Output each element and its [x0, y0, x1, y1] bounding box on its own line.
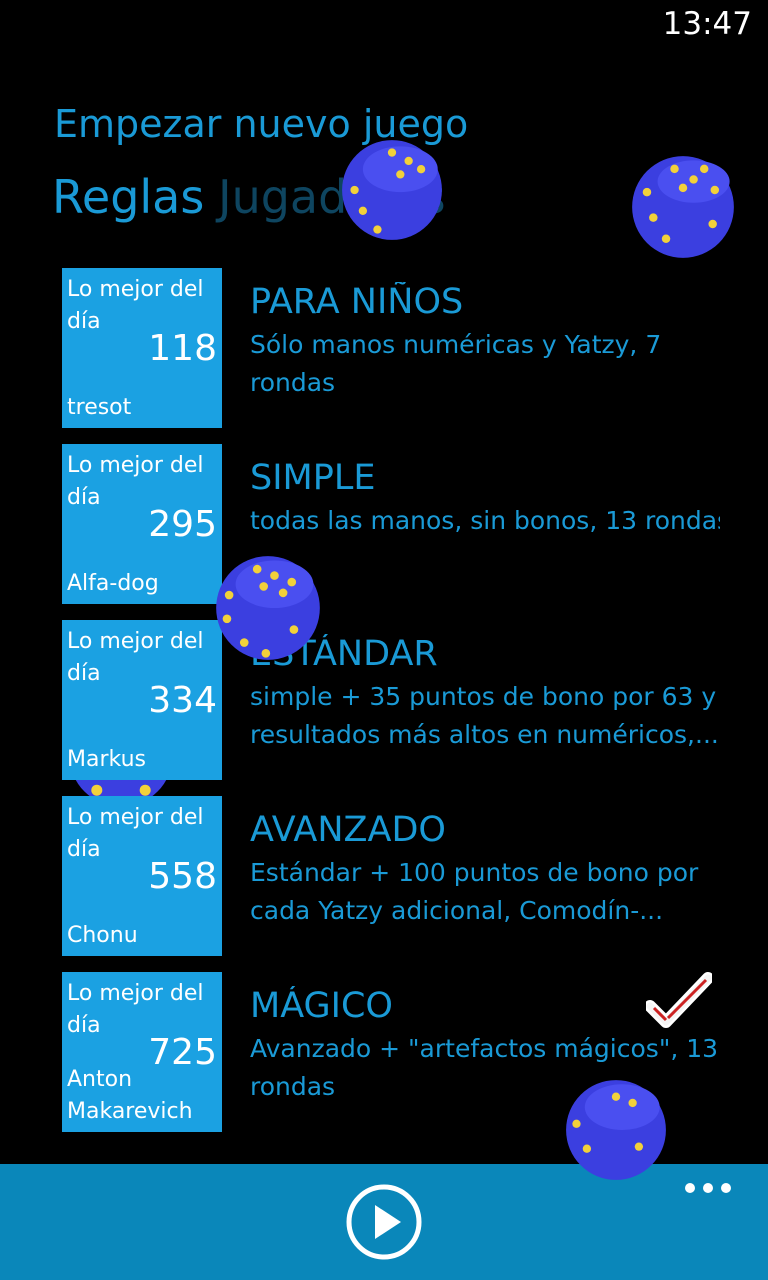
- tile-score: 295: [148, 504, 217, 545]
- mode-description: Estándar + 100 puntos de bono por cada Y…: [250, 858, 699, 925]
- die-icon: [632, 156, 734, 258]
- best-score-tile: Lo mejor del día 295 Alfa-dog: [62, 444, 222, 604]
- status-time: 13:47: [662, 6, 752, 42]
- tile-player: Anton Makarevich: [67, 1067, 193, 1124]
- mode-description: Sólo manos numéricas y Yatzy, 7 rondas: [250, 330, 662, 397]
- mode-row-avanzado[interactable]: Lo mejor del día 558 Chonu AVANZADO Está…: [62, 796, 742, 956]
- mode-info: PARA NIÑOS Sólo manos numéricas y Yatzy,…: [250, 282, 720, 402]
- mode-title: AVANZADO: [250, 810, 446, 850]
- mode-row-simple[interactable]: Lo mejor del día 295 Alfa-dog SIMPLE tod…: [62, 444, 742, 604]
- mode-title: SIMPLE: [250, 458, 376, 498]
- play-icon[interactable]: [345, 1183, 423, 1261]
- best-score-tile: Lo mejor del día 118 tresot: [62, 268, 222, 428]
- tile-player: Markus: [67, 747, 146, 772]
- tile-player: Alfa-dog: [67, 571, 159, 596]
- mode-title: PARA NIÑOS: [250, 282, 464, 322]
- tile-score: 334: [148, 680, 217, 721]
- best-score-tile: Lo mejor del día 334 Markus: [62, 620, 222, 780]
- die-icon: [342, 140, 442, 240]
- die-icon: [216, 556, 320, 660]
- best-score-tile: Lo mejor del día 558 Chonu: [62, 796, 222, 956]
- tile-player: tresot: [67, 395, 132, 420]
- mode-description: todas las manos, sin bonos, 13 rondas: [250, 506, 720, 535]
- mode-info: SIMPLE todas las manos, sin bonos, 13 ro…: [250, 458, 720, 540]
- die-icon: [566, 1080, 666, 1180]
- best-score-tile: Lo mejor del día 725 Anton Makarevich: [62, 972, 222, 1132]
- mode-info: AVANZADO Estándar + 100 puntos de bono p…: [250, 810, 720, 930]
- more-icon[interactable]: [684, 1180, 732, 1196]
- mode-row-para-ninos[interactable]: Lo mejor del día 118 tresot PARA NIÑOS S…: [62, 268, 742, 428]
- mode-row-estandar[interactable]: Lo mejor del día 334 Markus ESTÁNDAR sim…: [62, 620, 742, 780]
- tile-score: 118: [148, 328, 217, 369]
- tab-reglas[interactable]: Reglas: [52, 170, 204, 224]
- tile-score: 558: [148, 856, 217, 897]
- tile-player: Chonu: [67, 923, 138, 948]
- mode-description: simple + 35 puntos de bono por 63 y resu…: [250, 682, 719, 749]
- check-icon: [646, 972, 712, 1028]
